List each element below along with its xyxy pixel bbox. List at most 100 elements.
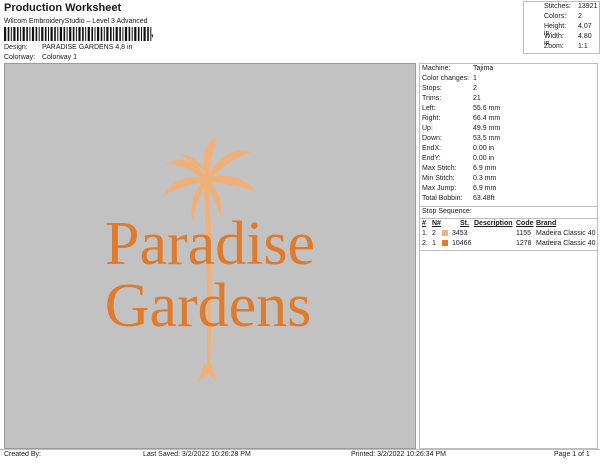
prop-label: EndY: <box>422 155 441 162</box>
prop-row: Total Bobbin: 63.48ft <box>422 195 494 202</box>
barcode-bar <box>54 27 56 41</box>
barcode-bar <box>119 27 121 41</box>
design-preview: Paradise Gardens <box>4 63 416 449</box>
colorway-row: Colorway: Colorway 1 <box>4 54 77 61</box>
col-header-needle: N# <box>432 220 441 227</box>
col-header-brand: Brand <box>536 220 557 227</box>
stats-box: Stitches: 13921 Colors: 2 Height: 4.07 in W… <box>523 1 600 54</box>
barcode-bar <box>4 27 7 41</box>
prop-value: 66.4 mm <box>473 115 501 122</box>
barcode-bar <box>72 27 75 41</box>
prop-value: 55.6 mm <box>473 105 501 112</box>
prop-label: Color changes: <box>422 75 470 82</box>
barcode-bar <box>20 27 22 41</box>
barcode-bar <box>91 27 93 41</box>
stat-value: 2 <box>578 13 582 20</box>
barcode-bar <box>41 27 44 41</box>
prop-value: 49.9 mm <box>473 125 501 132</box>
prop-row: Min Stitch: 0.3 mm <box>422 175 496 182</box>
prop-value: 21 <box>473 95 481 102</box>
seq-code: 1278 <box>516 240 532 247</box>
stat-colors: Colors: 2 <box>544 13 582 20</box>
seq-num: 1. <box>422 230 428 237</box>
barcode-bar <box>44 27 47 41</box>
barcode-bar <box>13 27 16 41</box>
seq-code: 1155 <box>516 230 532 237</box>
barcode-bar <box>137 27 140 41</box>
barcode-bar <box>97 27 100 41</box>
col-header-num: # <box>422 220 426 227</box>
prop-row: Stops: 2 <box>422 85 477 92</box>
colorway-label: Colorway: <box>4 54 36 61</box>
color-swatch <box>442 230 448 236</box>
col-header-stitches: St. <box>460 220 469 227</box>
prop-label: Left: <box>422 105 436 112</box>
prop-row: Trims: 21 <box>422 95 481 102</box>
prop-value: 1 <box>473 75 477 82</box>
barcode-bar <box>22 27 25 41</box>
barcode-bar <box>26 27 28 41</box>
seq-needle: 1 <box>432 240 436 247</box>
printed-date: Printed: 3/2/2022 10:26:34 PM <box>351 451 446 458</box>
barcode-bar <box>66 27 68 41</box>
prop-value: 0.00 in <box>473 155 495 162</box>
barcode-bar <box>48 27 49 41</box>
barcode-bar <box>63 27 66 41</box>
col-header-description: Description <box>474 220 513 227</box>
barcode-bar <box>87 27 90 41</box>
design-row: Design: PARADISE GARDENS 4,8 in <box>4 44 132 51</box>
barcode-bar <box>100 27 103 41</box>
barcode-bar <box>124 27 128 41</box>
barcode-mark: , <box>151 28 154 39</box>
barcode-bar <box>29 27 31 41</box>
barcode-bar <box>10 27 12 41</box>
prop-row: Max Jump: 6.9 mm <box>422 185 496 192</box>
barcode-bar <box>78 27 81 41</box>
stat-label: Colors: <box>544 13 567 20</box>
barcode-bar <box>38 27 40 41</box>
stat-stitches: Stitches: 13921 <box>544 3 597 10</box>
prop-value: 6.9 mm <box>473 165 497 172</box>
seq-brand: Madeira Classic 40 <box>536 230 596 237</box>
barcode-bar <box>113 27 115 41</box>
design-label: Design: <box>4 44 28 51</box>
barcode-bar <box>17 27 19 41</box>
prop-row: Down: 53.5 mm <box>422 135 500 142</box>
prop-row: Color changes: 1 <box>422 75 477 82</box>
seq-stitches: 3453 <box>452 230 468 237</box>
barcode-bar <box>103 27 105 41</box>
prop-label: Min Stitch: <box>422 175 455 182</box>
prop-row: Right: 66.4 mm <box>422 115 500 122</box>
prop-label: Max Jump: <box>422 185 457 192</box>
col-header-code: Code <box>516 220 534 227</box>
footer-divider <box>0 449 600 450</box>
seq-stitches: 10466 <box>452 240 472 247</box>
barcode-bar <box>85 27 87 41</box>
barcode-bar <box>82 27 84 41</box>
barcode-bar <box>7 27 10 41</box>
barcode-bar <box>134 27 137 41</box>
stat-value: 1:1 <box>578 43 588 50</box>
properties-panel: Machine: Tajima Color changes: 1 Stops: 2 T… <box>419 63 598 449</box>
barcode-bar <box>57 27 59 41</box>
prop-row: Max Stitch: 6.9 mm <box>422 165 496 172</box>
barcode-bar <box>147 27 149 41</box>
prop-value: 2 <box>473 85 477 92</box>
prop-label: Max Stitch: <box>422 165 457 172</box>
design-text-line2: Gardens <box>105 272 312 340</box>
barcode-bar <box>69 27 72 41</box>
seq-needle: 2 <box>432 230 436 237</box>
prop-label: Total Bobbin: <box>422 195 463 202</box>
last-saved: Last Saved: 3/2/2022 10:26:28 PM <box>143 451 251 458</box>
prop-label: EndX: <box>422 145 442 152</box>
prop-value: 0.00 in <box>473 145 495 152</box>
design-text-line1: Paradise <box>105 210 315 278</box>
barcode-bar <box>35 27 38 41</box>
barcode-bar <box>128 27 131 41</box>
divider <box>420 250 597 251</box>
prop-label: Right: <box>422 115 441 122</box>
stat-label: Width: <box>544 33 564 40</box>
prop-value: Tajima <box>473 65 494 72</box>
barcode-bar <box>75 27 77 41</box>
seq-num: 2. <box>422 240 428 247</box>
